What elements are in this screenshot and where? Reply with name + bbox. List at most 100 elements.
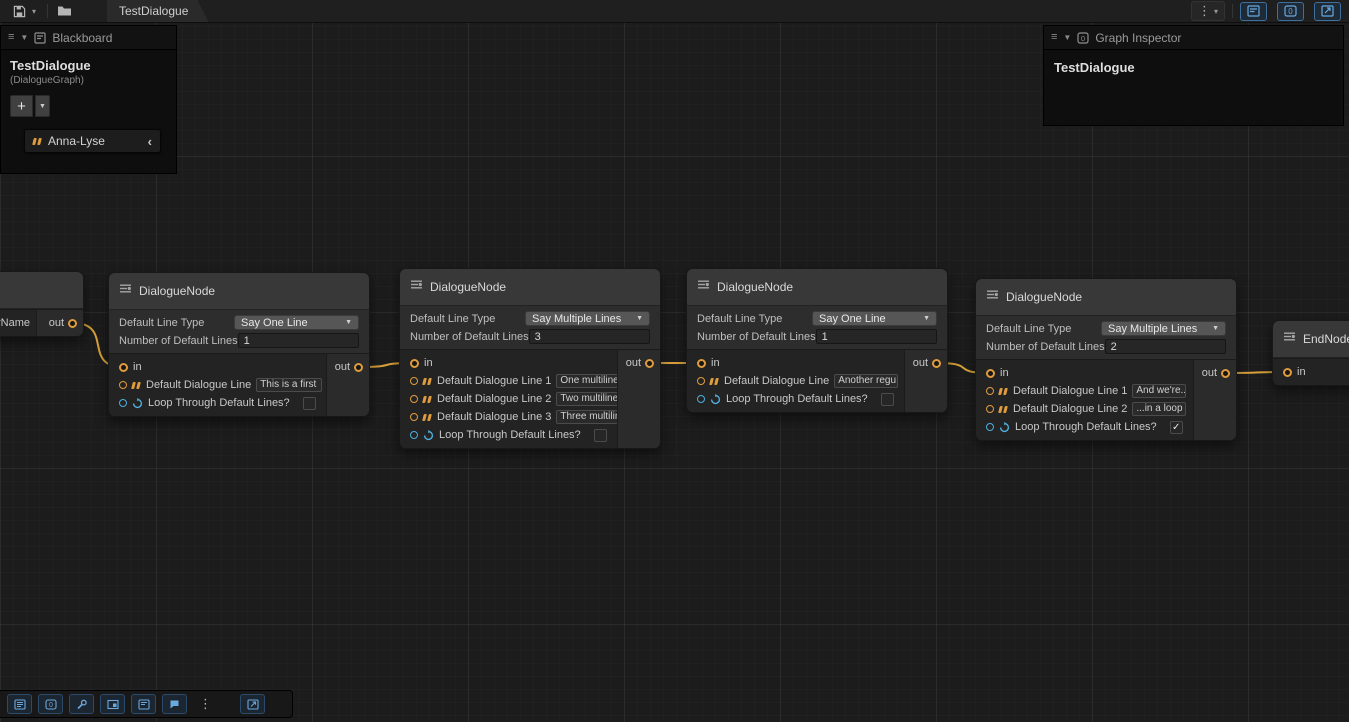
top-toolbar: ▾ TestDialogue ⋮▾ 0 xyxy=(0,0,1349,23)
enum-dropdown[interactable]: Say One Line▼ xyxy=(234,315,359,330)
output-port-dot[interactable] xyxy=(1221,369,1230,378)
minimap-toggle-button[interactable] xyxy=(1314,2,1341,21)
quote-icon xyxy=(710,378,719,385)
graph-node[interactable]: DialogueNodeDefault Line TypeSay Multipl… xyxy=(399,268,661,449)
toolbar-more-button[interactable]: ⋮▾ xyxy=(1191,1,1225,21)
collapse-caret-icon[interactable]: ▼ xyxy=(20,33,28,42)
input-port-dot[interactable] xyxy=(697,395,705,403)
menu-icon[interactable]: ≡ xyxy=(1051,32,1057,43)
output-port-dot[interactable] xyxy=(354,363,363,372)
node-type-icon xyxy=(986,288,999,306)
expand-chevron-icon[interactable]: ‹ xyxy=(148,134,152,149)
port-label: in xyxy=(1000,367,1009,379)
output-port-dot[interactable] xyxy=(68,319,77,328)
output-port-dot[interactable] xyxy=(932,359,941,368)
dropdown-value: Say Multiple Lines xyxy=(532,313,621,325)
inline-text-field[interactable]: And we're... xyxy=(1132,384,1186,398)
node-header[interactable]: DialogueNode xyxy=(400,269,660,306)
tools-button[interactable] xyxy=(69,694,94,714)
inline-text-field[interactable]: One multiline xyxy=(556,374,618,388)
input-port-dot[interactable] xyxy=(119,363,128,372)
svg-text:0: 0 xyxy=(49,702,53,709)
graph-node[interactable]: DialogueNode Default Line TypeSay One Lin… xyxy=(108,272,370,417)
input-port-dot[interactable] xyxy=(410,377,418,385)
save-button[interactable] xyxy=(10,1,28,21)
number-field[interactable]: 1 xyxy=(238,333,359,348)
save-dropdown-caret[interactable]: ▾ xyxy=(28,1,40,21)
minimap-toggle-icon xyxy=(1321,5,1334,17)
number-field[interactable]: 3 xyxy=(529,329,650,344)
node-header[interactable]: Node xyxy=(0,272,83,309)
node-header[interactable]: EndNode xyxy=(1273,321,1349,358)
checkbox[interactable]: ✓ xyxy=(1170,421,1183,434)
input-port-dot[interactable] xyxy=(410,413,418,421)
tab-testdialogue[interactable]: TestDialogue xyxy=(107,0,208,22)
checkbox[interactable] xyxy=(881,393,894,406)
input-port-dot[interactable] xyxy=(119,399,127,407)
graph-inspector-header[interactable]: ≡ ▼ 0 Graph Inspector xyxy=(1044,26,1343,50)
collapse-caret-icon[interactable]: ▼ xyxy=(1063,33,1071,42)
blackboard-toggle-button[interactable] xyxy=(1240,2,1267,21)
add-property-button[interactable]: + xyxy=(10,95,33,117)
loop-icon xyxy=(710,394,721,405)
graph-node[interactable]: DialogueNodeDefault Line TypeSay One Lin… xyxy=(686,268,948,413)
checkbox[interactable] xyxy=(303,397,316,410)
inline-text-field[interactable]: ...in a loop xyxy=(1132,402,1186,416)
inline-text-field[interactable]: Three multilin xyxy=(556,410,618,424)
dropdown-caret-icon: ▼ xyxy=(345,319,352,326)
node-title: DialogueNode xyxy=(1006,290,1082,304)
inline-text-field[interactable]: Another regu xyxy=(834,374,898,388)
graph-node[interactable]: NodekerNameout xyxy=(0,271,84,337)
input-port-dot[interactable] xyxy=(410,431,418,439)
node-header[interactable]: DialogueNode xyxy=(976,279,1236,316)
enum-dropdown[interactable]: Say Multiple Lines▼ xyxy=(1101,321,1226,336)
inline-text-field[interactable]: Two multiline xyxy=(556,392,618,406)
input-port-dot[interactable] xyxy=(410,395,418,403)
number-field[interactable]: 2 xyxy=(1105,339,1226,354)
input-port-dot[interactable] xyxy=(697,359,706,368)
input-port-dot[interactable] xyxy=(986,423,994,431)
enum-dropdown[interactable]: Say One Line▼ xyxy=(812,311,937,326)
bottom-more-button[interactable]: ⋮ xyxy=(193,694,218,714)
blackboard-button[interactable] xyxy=(131,694,156,714)
open-asset-button[interactable] xyxy=(55,1,73,21)
menu-icon[interactable]: ≡ xyxy=(8,32,14,43)
input-port-row: Default Dialogue Line 3Three multilin xyxy=(400,408,617,426)
input-port-dot[interactable] xyxy=(986,369,995,378)
dropdown-caret-icon: ▼ xyxy=(1212,325,1219,332)
enum-dropdown[interactable]: Say Multiple Lines▼ xyxy=(525,311,650,326)
input-port-dot[interactable] xyxy=(410,359,419,368)
graph-inspector-toggle-button[interactable]: 0 xyxy=(1277,2,1304,21)
input-port-dot[interactable] xyxy=(1283,368,1292,377)
input-port-dot[interactable] xyxy=(119,381,127,389)
input-port-dot[interactable] xyxy=(986,405,994,413)
output-ports: out xyxy=(36,310,83,336)
property-row: Default Line TypeSay One Line▼ xyxy=(119,315,359,330)
add-property-caret-icon[interactable]: ▼ xyxy=(35,95,50,117)
input-port-dot[interactable] xyxy=(986,387,994,395)
output-port-dot[interactable] xyxy=(645,359,654,368)
port-label: Loop Through Default Lines? xyxy=(439,429,581,441)
wrench-icon xyxy=(76,699,88,710)
fullscreen-button[interactable] xyxy=(240,694,265,714)
graph-node[interactable]: DialogueNodeDefault Line TypeSay Multipl… xyxy=(975,278,1237,441)
input-port-row: Default Dialogue LineThis is a first xyxy=(109,376,326,394)
number-field[interactable]: 1 xyxy=(816,329,937,344)
graph-node[interactable]: EndNodein xyxy=(1272,320,1349,386)
node-ports: in xyxy=(1273,358,1349,385)
node-properties: Default Line TypeSay Multiple Lines▼Numb… xyxy=(400,306,660,349)
checkbox[interactable] xyxy=(594,429,607,442)
input-port-dot[interactable] xyxy=(697,377,705,385)
blackboard-header[interactable]: ≡ ▼ Blackboard xyxy=(1,26,176,50)
inline-text-field[interactable]: This is a first xyxy=(256,378,322,392)
save-icon xyxy=(13,5,26,18)
dialogue-preview-button[interactable] xyxy=(162,694,187,714)
graph-inspector-button[interactable]: 0 xyxy=(38,694,63,714)
panels-button[interactable] xyxy=(7,694,32,714)
node-header[interactable]: DialogueNode xyxy=(687,269,947,306)
property-label: Default Line Type xyxy=(119,317,234,329)
node-header[interactable]: DialogueNode xyxy=(109,273,369,310)
minimap-button[interactable] xyxy=(100,694,125,714)
blackboard-property-anna-lyse[interactable]: Anna-Lyse ‹ xyxy=(24,129,161,153)
property-label: Number of Default Lines xyxy=(697,331,816,343)
